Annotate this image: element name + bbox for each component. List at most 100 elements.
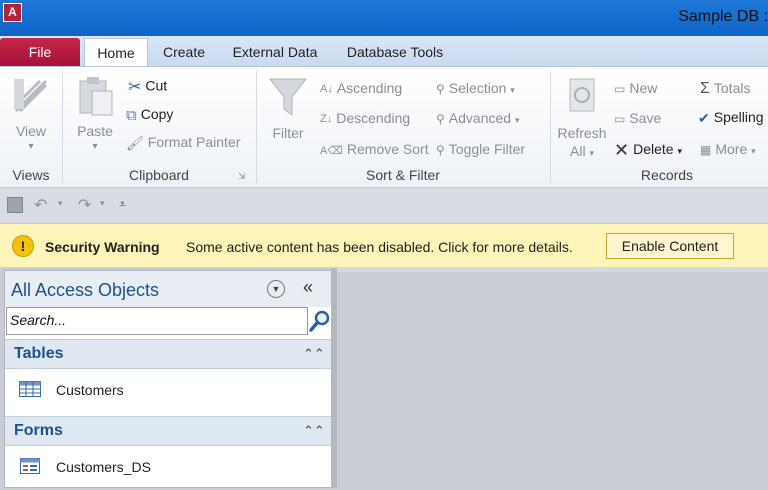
tab-home[interactable]: Home [84,38,148,66]
form-icon [20,458,40,474]
dialog-launcher-icon[interactable]: ⇲ [238,171,246,182]
remove-sort-icon: A⌫ [320,144,343,157]
nav-item-customers-table[interactable]: Customers [5,369,331,413]
refresh-all-button[interactable]: Refresh All ▾ [554,73,610,165]
delete-record-button[interactable]: ✕ Delete ▾ [614,140,682,161]
document-workspace [337,268,768,488]
warning-shield-icon: ! [12,235,34,257]
selection-label: Selection [448,80,507,96]
descending-button[interactable]: Z↓ Descending [320,110,410,126]
section-header-tables[interactable]: Tables ⌃⌃ [5,339,331,369]
chevron-down-icon: ▾ [92,141,98,152]
chevron-down-icon[interactable]: ▾ [100,198,105,209]
section-header-forms[interactable]: Forms ⌃⌃ [5,416,331,446]
section-title: Forms [14,422,63,439]
chevron-down-icon: ▾ [514,115,520,125]
funnel-icon [268,78,308,116]
tab-file[interactable]: File [0,38,80,66]
tab-create[interactable]: Create [155,38,213,66]
ribbon: View ▾ Views Paste ▾ ✂ Cut ⧉ Copy 🖌 Format … [0,66,768,188]
nav-item-label: Customers [56,382,124,398]
records-group-label: Records [640,167,694,183]
toggle-filter-button[interactable]: ⚲ Toggle Filter [436,141,525,157]
navigation-pane: All Access Objects ▼ « Search... Tables … [4,270,332,488]
redo-icon[interactable]: ↷ [78,195,91,215]
collapse-section-icon[interactable]: ⌃⌃ [303,346,325,362]
clipboard-icon [79,77,113,116]
spelling-button[interactable]: ✔ Spelling [698,109,764,127]
window-title: Sample DB : [678,8,768,25]
paste-button[interactable]: Paste ▾ [68,73,122,165]
scissors-icon: ✂ [128,79,142,96]
tab-external-data[interactable]: External Data [225,38,325,66]
view-button[interactable]: View ▾ [6,73,56,165]
access-app-icon[interactable]: A [3,3,22,22]
views-group-label: Views [12,167,50,183]
totals-button[interactable]: Σ Totals [700,80,750,98]
clipboard-group-label: Clipboard [129,167,189,183]
table-icon [19,381,41,397]
tab-database-tools[interactable]: Database Tools [336,38,454,66]
sort-ascending-icon: A↓ [320,83,333,96]
view-icon [14,79,48,113]
collapse-section-icon[interactable]: ⌃⌃ [303,423,325,439]
toggle-filter-label: Toggle Filter [448,141,526,157]
copy-icon: ⧉ [126,106,137,124]
ascending-button[interactable]: A↓ Ascending [320,80,402,96]
remove-sort-button[interactable]: A⌫ Remove Sort [320,141,429,157]
enable-content-button[interactable]: Enable Content [606,233,734,259]
remove-sort-label: Remove Sort [346,141,429,157]
collapse-pane-icon[interactable]: « [303,277,313,298]
sort-filter-group-label: Sort & Filter [366,167,440,183]
more-button[interactable]: ▦ More ▾ [700,141,756,157]
copy-label: Copy [140,106,174,122]
undo-icon[interactable]: ↶ [34,195,47,215]
save-label: Save [629,110,662,126]
filter-selection-icon: ⚲ [436,82,445,97]
descending-label: Descending [336,110,411,126]
new-record-button[interactable]: ▭ New [614,80,657,96]
spelling-check-icon: ✔ [698,109,710,126]
chevron-down-icon: ▾ [751,146,756,156]
chevron-down-icon: ▾ [677,146,682,157]
paste-label: Paste [77,123,113,139]
chevron-down-icon: ▾ [28,141,34,152]
search-icon[interactable] [309,309,331,333]
section-title: Tables [14,345,64,362]
filter-button[interactable]: Filter [262,73,314,165]
ascending-label: Ascending [336,80,403,96]
chevron-down-icon[interactable]: ▾ [58,198,63,209]
cut-label: Cut [145,77,168,94]
save-record-icon: ▭ [614,112,626,127]
ribbon-tab-row: File Home Create External Data Database … [0,36,768,66]
nav-item-label: Customers_DS [56,459,151,475]
sort-descending-icon: Z↓ [320,113,333,126]
search-input[interactable]: Search... [6,307,308,335]
title-bar: A Sample DB : [0,0,768,36]
copy-button[interactable]: ⧉ Copy [126,106,173,124]
filter-label: Filter [272,125,304,141]
view-label: View [15,123,47,139]
refresh-icon [569,78,595,112]
new-label: New [629,80,658,96]
nav-menu-dropdown-icon[interactable]: ▼ [267,280,285,298]
selection-button[interactable]: ⚲ Selection ▾ [436,80,515,96]
chevron-down-icon: ▾ [510,85,515,95]
delete-label: Delete [633,141,674,158]
totals-label: Totals [713,80,751,96]
nav-item-customers-ds-form[interactable]: Customers_DS [5,446,331,490]
refresh-all-label: All ▾ [570,143,594,159]
save-icon[interactable] [7,197,23,213]
save-record-button[interactable]: ▭ Save [614,110,661,126]
format-painter-button[interactable]: 🖌 Format Painter [126,134,240,152]
cut-button[interactable]: ✂ Cut [128,77,167,97]
nav-pane-header: All Access Objects ▼ « [5,271,331,307]
nav-pane-title[interactable]: All Access Objects [11,280,159,301]
security-warning-message[interactable]: Some active content has been disabled. C… [186,239,573,255]
advanced-button[interactable]: ⚲ Advanced ▾ [436,110,520,126]
quick-access-toolbar: ↶ ▾ ↷ ▾ ⩡ [0,188,768,224]
customize-toolbar-icon[interactable]: ⩡ [119,197,126,212]
advanced-label: Advanced [448,110,512,126]
security-warning-title: Security Warning [45,239,160,255]
new-record-icon: ▭ [614,82,626,97]
